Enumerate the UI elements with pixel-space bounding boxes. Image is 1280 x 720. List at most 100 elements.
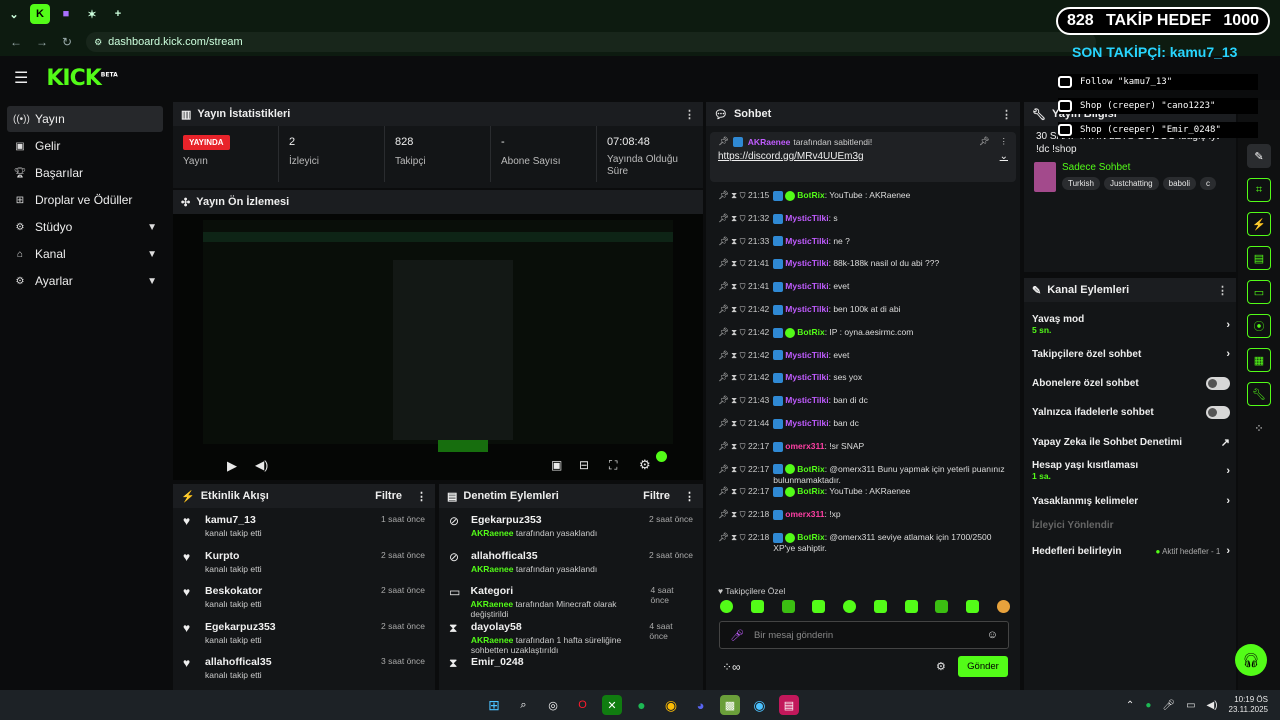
tab-list-button[interactable]: ⌄ (4, 4, 24, 24)
discord-icon[interactable]: ◕ (691, 695, 711, 715)
more-options-icon[interactable]: ⋮ (1001, 108, 1012, 121)
tag-chip[interactable]: Justchatting (1103, 177, 1159, 190)
chat-username[interactable]: MysticTilki (785, 213, 828, 223)
volume-icon[interactable]: ◀) (255, 458, 268, 472)
subs-only-toggle[interactable] (1206, 377, 1230, 390)
play-icon[interactable]: ▶ (227, 458, 237, 474)
minecraft-icon[interactable]: ▩ (720, 695, 740, 715)
timeout-icon[interactable]: ⧗ (731, 258, 737, 268)
chat-username[interactable]: MysticTilki (785, 236, 828, 246)
tab-twitch[interactable]: ■ (56, 4, 76, 24)
emote-icon[interactable] (750, 600, 764, 613)
tray-expand-icon[interactable]: ⌃ (1126, 700, 1134, 711)
layout-icon[interactable]: ▦ (1247, 348, 1271, 372)
theater-icon[interactable]: ⊟ (579, 458, 589, 472)
pin-icon[interactable]: 📌︎ (718, 395, 729, 405)
windows-start-icon[interactable]: ⊞ (484, 695, 504, 715)
emote-icon[interactable] (781, 600, 795, 613)
sidebar-item-gelir[interactable]: ▣ Gelir (7, 133, 163, 159)
microphone-icon[interactable]: 🎤︎ (730, 629, 744, 642)
menu-icon[interactable]: ☰ (14, 68, 28, 88)
site-info-icon[interactable]: ⚙ (94, 37, 102, 48)
pin-icon[interactable]: 📌︎ (718, 509, 729, 519)
pin-icon[interactable]: 📌︎ (718, 258, 729, 268)
timeout-icon[interactable]: ⧗ (731, 213, 737, 223)
pin-icon[interactable]: 📌︎ (718, 532, 729, 542)
chat-username[interactable]: BotRix (797, 486, 824, 496)
timeout-icon[interactable]: ⧗ (731, 372, 737, 382)
timeout-icon[interactable]: ⧗ (731, 395, 737, 405)
chat-username[interactable]: BotRix (797, 190, 824, 200)
emote-icon[interactable] (843, 600, 857, 613)
opera-icon[interactable]: O (573, 695, 593, 715)
activity-filter-button[interactable]: Filtre (375, 490, 402, 502)
edit-icon[interactable]: ✎ (1247, 144, 1271, 168)
moderation-filter-button[interactable]: Filtre (643, 490, 670, 502)
category-name[interactable]: Sadece Sohbet (1062, 162, 1216, 173)
timeout-icon[interactable]: ⧗ (731, 486, 737, 496)
pin-icon[interactable]: 📌︎ (718, 213, 729, 223)
emote-icon[interactable] (966, 600, 980, 613)
ai-moderation-row[interactable]: Yapay Zeka ile Sohbet Denetimi ↗ (1032, 436, 1230, 449)
chat-settings-icon[interactable]: ⚙ (936, 660, 946, 673)
document-icon[interactable]: ▤ (1247, 246, 1271, 270)
pin-icon[interactable]: 📌︎ (718, 418, 729, 428)
followers-only-row[interactable]: Takipçilere özel sohbet › (1032, 348, 1230, 360)
timeout-icon[interactable]: ⧗ (731, 418, 737, 428)
chat-username[interactable]: MysticTilki (785, 350, 828, 360)
pin-icon[interactable]: 📌︎ (718, 190, 729, 200)
unpin-icon[interactable]: 📌︎ (979, 136, 990, 147)
emotes-only-toggle[interactable] (1206, 406, 1230, 419)
chat-username[interactable]: BotRix (797, 464, 824, 474)
emote-icon[interactable] (996, 600, 1010, 613)
chrome-icon[interactable]: ◉ (661, 695, 681, 715)
kick-logo[interactable]: KICKBETA (46, 66, 117, 91)
chat-username[interactable]: BotRix (797, 327, 824, 337)
broadcast-icon[interactable]: ⦿ (1247, 314, 1271, 338)
timeout-icon[interactable]: ⧗ (731, 281, 737, 291)
pin-icon[interactable]: 📌︎ (718, 236, 729, 246)
timeout-icon[interactable]: ⧗ (731, 304, 737, 314)
chat-username[interactable]: MysticTilki (785, 281, 828, 291)
chat-username[interactable]: MysticTilki (785, 372, 828, 382)
pinned-link[interactable]: https://discord.gg/MRv4UUEm3g (718, 151, 864, 162)
timeout-icon[interactable]: ⧗ (731, 236, 737, 246)
timeout-icon[interactable]: ⧗ (731, 190, 737, 200)
search-icon[interactable]: ⌕ (514, 695, 534, 715)
pin-icon[interactable]: 📌︎ (718, 464, 729, 474)
timeout-icon[interactable]: ⧗ (731, 532, 737, 542)
points-icon[interactable]: ⁘∞ (722, 660, 741, 674)
clip-icon[interactable]: ⌗ (1247, 178, 1271, 202)
clock[interactable]: 10:19 ÖS 23.11.2025 (1229, 695, 1268, 715)
sidebar-item-kanal[interactable]: ⌂ Kanal ▼ (7, 241, 163, 267)
goals-row[interactable]: Hedefleri belirleyin ● Aktif hedefler - 1… (1032, 545, 1230, 557)
network-icon[interactable]: ▭ (1186, 700, 1195, 711)
shapes-icon[interactable]: ⁘ (1247, 416, 1271, 440)
more-options-icon[interactable]: ⋮ (1217, 284, 1228, 297)
lightning-icon[interactable]: ⚡ (1247, 212, 1271, 236)
more-options-icon[interactable]: ⋮ (684, 490, 695, 503)
wrench-icon[interactable]: 🔧︎ (1247, 382, 1271, 406)
more-options-icon[interactable]: ⋮ (684, 108, 695, 121)
address-bar[interactable]: ⚙ dashboard.kick.com/stream (86, 32, 1097, 52)
chrome-profile-icon[interactable]: ◉ (750, 695, 770, 715)
send-button[interactable]: Gönder (958, 656, 1008, 677)
timeout-icon[interactable]: ⧗ (731, 509, 737, 519)
timeout-icon[interactable]: ⧗ (731, 441, 737, 451)
pin-icon[interactable]: 📌︎ (718, 281, 729, 291)
pin-icon[interactable]: 📌︎ (718, 441, 729, 451)
emoji-icon[interactable]: ☺ (987, 629, 998, 641)
stream-preview[interactable]: ▶ ◀) ▣ ⊟ ⛶ ⚙ (173, 214, 703, 480)
volume-icon[interactable]: ◀) (1207, 700, 1218, 711)
pin-icon[interactable]: 📌︎ (718, 327, 729, 337)
sidebar-item-droplar[interactable]: ⊞ Droplar ve Ödüller (7, 187, 163, 213)
sidebar-item-yayin[interactable]: ((•)) Yayın (7, 106, 163, 132)
emote-icon[interactable] (720, 600, 733, 613)
chat-input[interactable]: 🎤︎ Bir mesaj gönderin ☺ (719, 621, 1009, 649)
tray-app-icon[interactable]: ● (1145, 700, 1151, 711)
timeout-icon[interactable]: ⧗ (731, 327, 737, 337)
emote-icon[interactable] (812, 600, 826, 613)
sidebar-item-basarilar[interactable]: 🏆︎ Başarılar (7, 160, 163, 186)
pin-icon[interactable]: 📌︎ (718, 350, 729, 360)
emote-icon[interactable] (873, 600, 887, 613)
